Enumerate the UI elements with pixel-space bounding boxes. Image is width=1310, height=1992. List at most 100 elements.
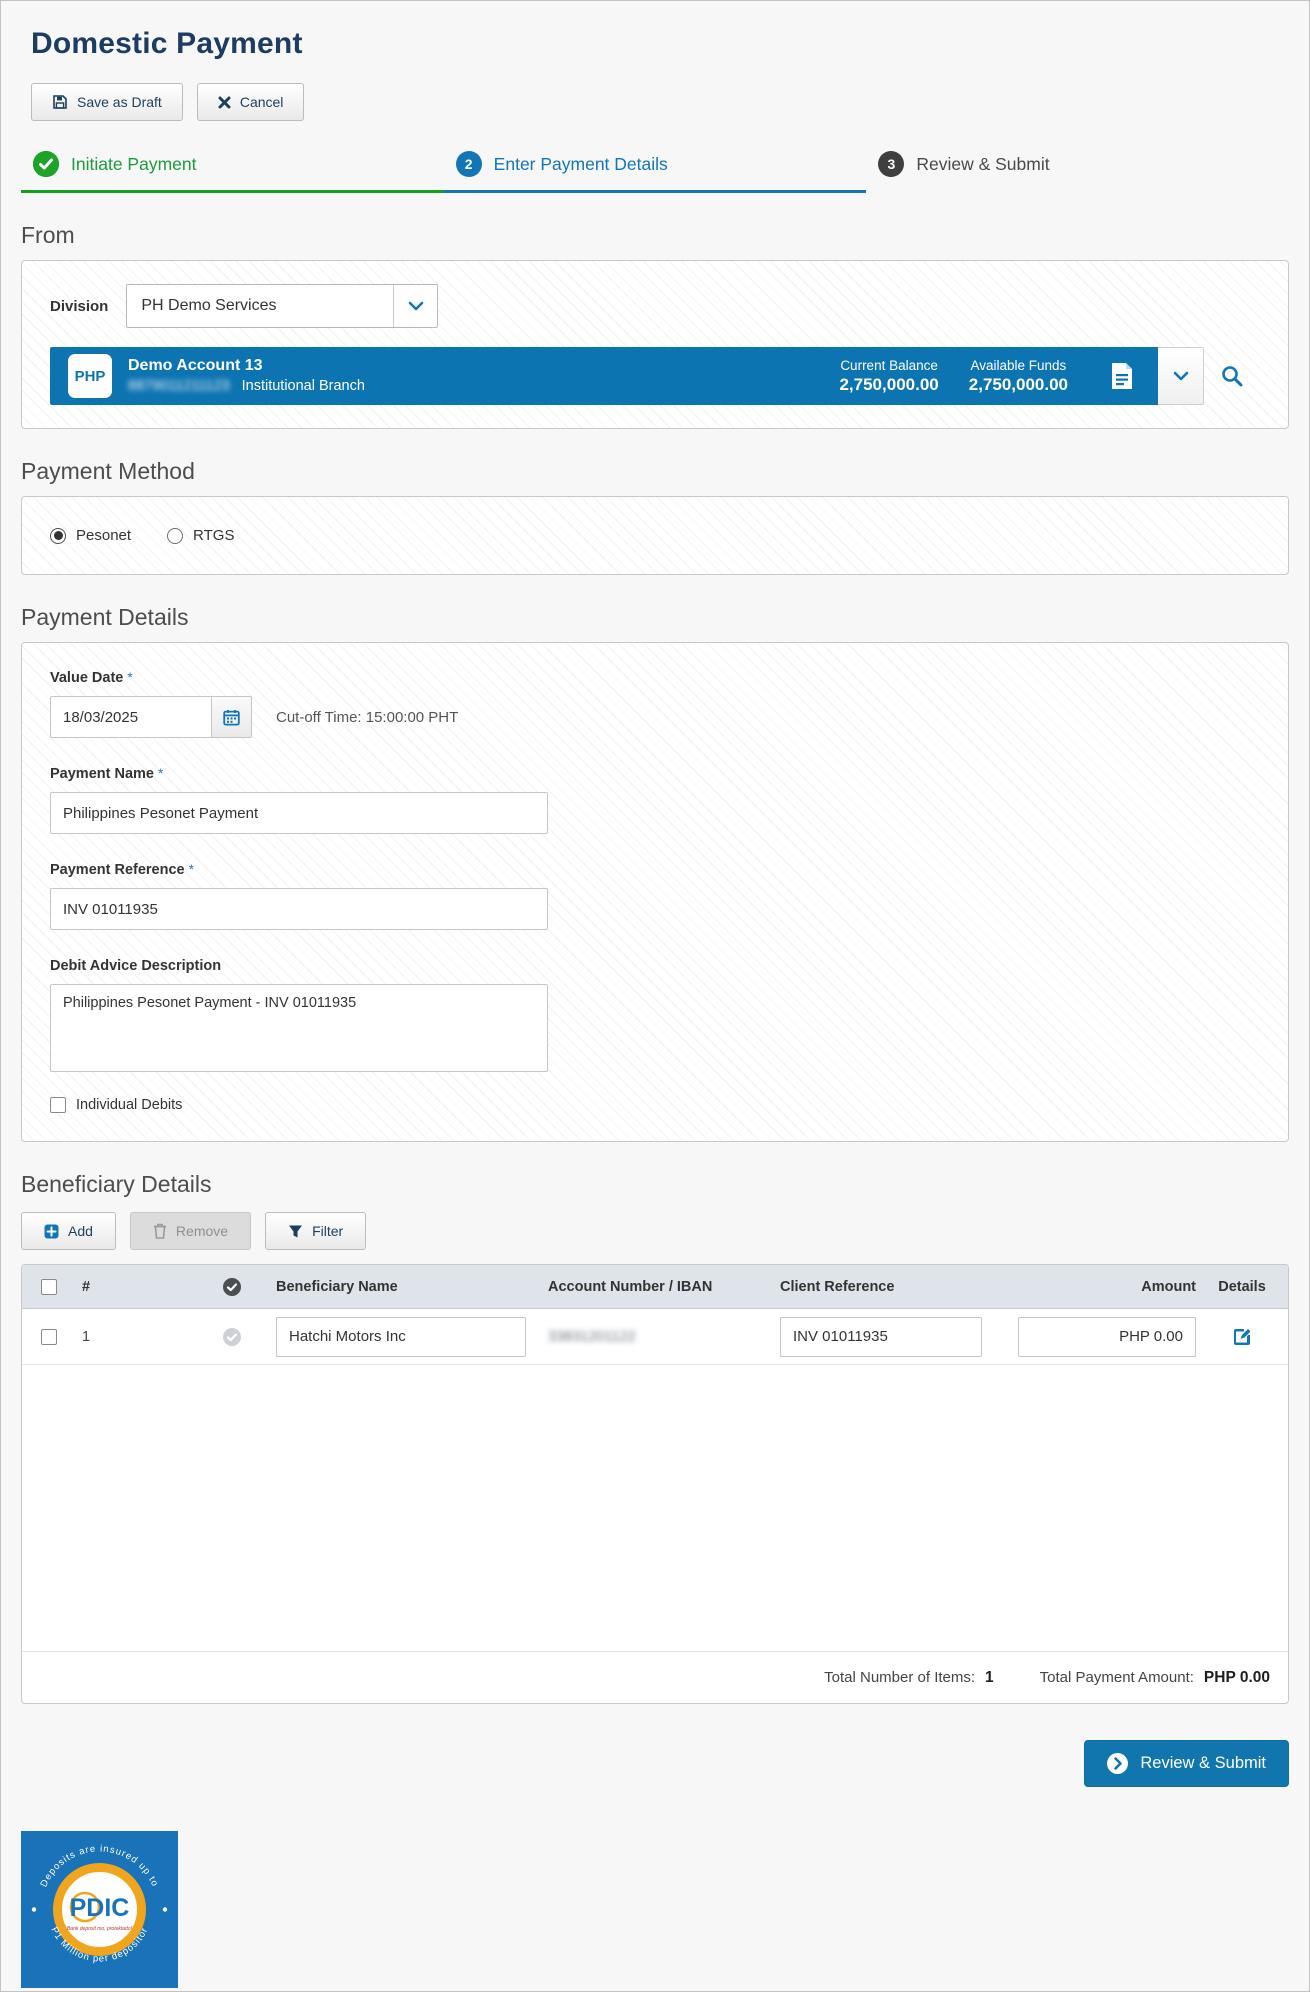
remove-beneficiary-button[interactable]: Remove: [130, 1212, 251, 1250]
from-panel: Division PH Demo Services PHP Demo Accou…: [21, 260, 1289, 429]
total-amount-label: Total Payment Amount:: [1040, 1669, 1194, 1686]
column-details: Details: [1196, 1279, 1288, 1295]
remove-label: Remove: [176, 1223, 228, 1239]
radio-label: RTGS: [193, 527, 234, 544]
division-select[interactable]: PH Demo Services: [126, 284, 438, 328]
step-enter-payment-details[interactable]: 2 Enter Payment Details: [444, 151, 867, 193]
available-funds-label: Available Funds: [969, 358, 1068, 373]
filter-button[interactable]: Filter: [265, 1212, 366, 1250]
page-title: Domestic Payment: [31, 27, 1289, 61]
client-reference-input[interactable]: [780, 1317, 982, 1357]
column-amount: Amount: [1002, 1279, 1196, 1295]
beneficiary-row: 1 33831201122: [22, 1309, 1288, 1365]
radio-option-rtgs[interactable]: RTGS: [167, 527, 234, 544]
total-items-label: Total Number of Items:: [824, 1669, 975, 1686]
beneficiary-actions: Add Remove Filter: [21, 1212, 1289, 1250]
total-items-value: 1: [985, 1669, 994, 1687]
table-header-row: # Beneficiary Name Account Number / IBAN…: [22, 1265, 1288, 1309]
calendar-icon[interactable]: [212, 696, 252, 738]
table-empty-area: [22, 1365, 1288, 1651]
from-heading: From: [21, 222, 1289, 249]
chevron-down-icon[interactable]: [393, 285, 437, 327]
beneficiary-name-input[interactable]: [276, 1317, 526, 1357]
column-account-number: Account Number / IBAN: [548, 1279, 780, 1295]
debit-advice-textarea[interactable]: Philippines Pesonet Payment - INV 010119…: [50, 984, 548, 1072]
required-marker: *: [127, 669, 132, 685]
statement-document-icon[interactable]: [1110, 362, 1134, 390]
required-marker: *: [189, 861, 194, 877]
approved-column-icon: [188, 1278, 276, 1296]
row-account-number: 33831201122: [548, 1329, 636, 1345]
select-all-checkbox[interactable]: [41, 1279, 57, 1295]
step-label: Enter Payment Details: [494, 154, 668, 175]
currency-badge: PHP: [68, 354, 112, 398]
debit-advice-label: Debit Advice Description: [50, 958, 221, 974]
column-index: #: [82, 1279, 188, 1295]
step-label: Review & Submit: [916, 154, 1049, 175]
row-index: 1: [82, 1329, 188, 1345]
account-card[interactable]: PHP Demo Account 13 8879011211123 Instit…: [50, 347, 1260, 405]
payment-reference-label: Payment Reference: [50, 862, 185, 878]
pdic-logo: Deposits are insured up to P1 Million pe…: [21, 1831, 1289, 1988]
step-number-badge: 3: [878, 151, 904, 177]
add-plus-icon: [44, 1224, 59, 1239]
review-submit-button[interactable]: Review & Submit: [1084, 1740, 1289, 1787]
filter-label: Filter: [312, 1223, 343, 1239]
cancel-button[interactable]: Cancel: [197, 83, 305, 121]
required-marker: *: [158, 765, 163, 781]
payment-name-input[interactable]: [50, 792, 548, 834]
step-number-badge: 2: [456, 151, 482, 177]
division-label: Division: [50, 298, 108, 315]
column-client-reference: Client Reference: [780, 1279, 1002, 1295]
save-as-draft-button[interactable]: Save as Draft: [31, 83, 183, 121]
add-label: Add: [68, 1223, 93, 1239]
beneficiary-table: # Beneficiary Name Account Number / IBAN…: [21, 1264, 1289, 1704]
value-date-label: Value Date: [50, 670, 123, 686]
arrow-circle-right-icon: [1107, 1753, 1128, 1774]
edit-details-icon[interactable]: [1231, 1326, 1253, 1348]
account-name: Demo Account 13: [128, 355, 365, 377]
close-icon: [218, 96, 231, 109]
account-number: 8879011211123: [128, 377, 230, 397]
cancel-label: Cancel: [240, 94, 284, 110]
value-date-input[interactable]: [50, 696, 212, 738]
payment-method-heading: Payment Method: [21, 458, 1289, 485]
add-beneficiary-button[interactable]: Add: [21, 1212, 116, 1250]
save-icon: [52, 94, 68, 110]
account-expand-chevron[interactable]: [1158, 347, 1204, 405]
radio-label: Pesonet: [76, 527, 131, 544]
cutoff-time-text: Cut-off Time: 15:00:00 PHT: [276, 709, 458, 726]
step-indicator: Initiate Payment 2 Enter Payment Details…: [21, 151, 1289, 193]
current-balance-label: Current Balance: [839, 358, 938, 373]
amount-input[interactable]: [1018, 1317, 1196, 1357]
division-selected-value: PH Demo Services: [127, 285, 393, 327]
step-review-submit[interactable]: 3 Review & Submit: [866, 151, 1289, 193]
table-totals-row: Total Number of Items: 1 Total Payment A…: [22, 1651, 1288, 1703]
individual-debits-checkbox[interactable]: [50, 1097, 66, 1113]
toolbar: Save as Draft Cancel: [21, 83, 1289, 121]
radio-option-pesonet[interactable]: Pesonet: [50, 527, 131, 544]
payment-details-heading: Payment Details: [21, 604, 1289, 631]
payment-reference-input[interactable]: [50, 888, 548, 930]
current-balance-value: 2,750,000.00: [839, 375, 938, 395]
step-initiate-payment[interactable]: Initiate Payment: [21, 151, 444, 193]
review-submit-label: Review & Submit: [1140, 1754, 1266, 1773]
payment-details-panel: Value Date* Cut-off Time: 15:00:00 PHT P…: [21, 642, 1289, 1142]
row-checkbox[interactable]: [41, 1329, 57, 1345]
account-search-icon[interactable]: [1204, 347, 1260, 405]
radio-selected-icon[interactable]: [50, 528, 66, 544]
available-funds-value: 2,750,000.00: [969, 375, 1068, 395]
individual-debits-label: Individual Debits: [76, 1097, 182, 1113]
pdic-name: PDIC: [70, 1894, 130, 1922]
row-approved-icon: [188, 1328, 276, 1346]
save-as-draft-label: Save as Draft: [77, 94, 162, 110]
step-label: Initiate Payment: [71, 154, 196, 175]
radio-unselected-icon[interactable]: [167, 528, 183, 544]
pdic-tagline: Bank deposit mo, protektado!: [67, 1926, 133, 1932]
payment-name-label: Payment Name: [50, 766, 154, 782]
filter-funnel-icon: [288, 1224, 303, 1239]
check-circle-icon: [33, 151, 59, 177]
beneficiary-details-heading: Beneficiary Details: [21, 1171, 1289, 1198]
trash-icon: [153, 1223, 167, 1239]
total-amount-value: PHP 0.00: [1204, 1669, 1270, 1687]
